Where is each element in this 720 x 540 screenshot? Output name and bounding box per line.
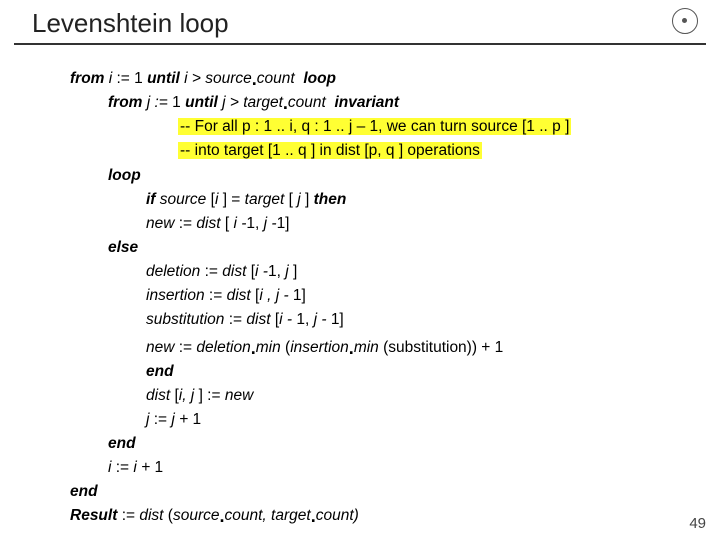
code-line: j := j + 1 — [70, 408, 670, 432]
invariant-comment: -- For all p : 1 .. i, q : 1 .. j – 1, w… — [178, 115, 670, 163]
code-line: loop — [70, 164, 670, 188]
code-line: end — [70, 360, 670, 384]
slide-header: Levenshtein loop — [14, 0, 706, 45]
code-line: from j := 1 until j > target.count invar… — [70, 91, 670, 115]
comment-line-1: -- For all p : 1 .. i, q : 1 .. j – 1, w… — [178, 118, 571, 135]
slide-title: Levenshtein loop — [32, 8, 688, 39]
comment-line-2: -- into target [1 .. q ] in dist [p, q ]… — [178, 142, 482, 159]
page-number: 49 — [689, 515, 706, 532]
code-line: deletion := dist [i -1, j ] — [70, 260, 670, 284]
code-line: i := i + 1 — [70, 456, 670, 480]
code-line: if source [i ] = target [ j ] then — [70, 188, 670, 212]
slide-logo-icon — [672, 8, 698, 34]
code-line: else — [70, 236, 670, 260]
code-line: dist [i, j ] := new — [70, 384, 670, 408]
code-line: Result := dist (source.count, target.cou… — [70, 504, 670, 528]
code-line: insertion := dist [i , j - 1] — [70, 284, 670, 308]
code-line: from i := 1 until i > source.count loop — [70, 67, 670, 91]
code-listing: from i := 1 until i > source.count loop … — [0, 45, 720, 538]
code-line: end — [70, 432, 670, 456]
code-line: new := deletion.min (insertion.min (subs… — [70, 336, 670, 360]
code-line: substitution := dist [i - 1, j - 1] — [70, 308, 670, 332]
code-line: end — [70, 480, 670, 504]
code-line: new := dist [ i -1, j -1] — [70, 212, 670, 236]
